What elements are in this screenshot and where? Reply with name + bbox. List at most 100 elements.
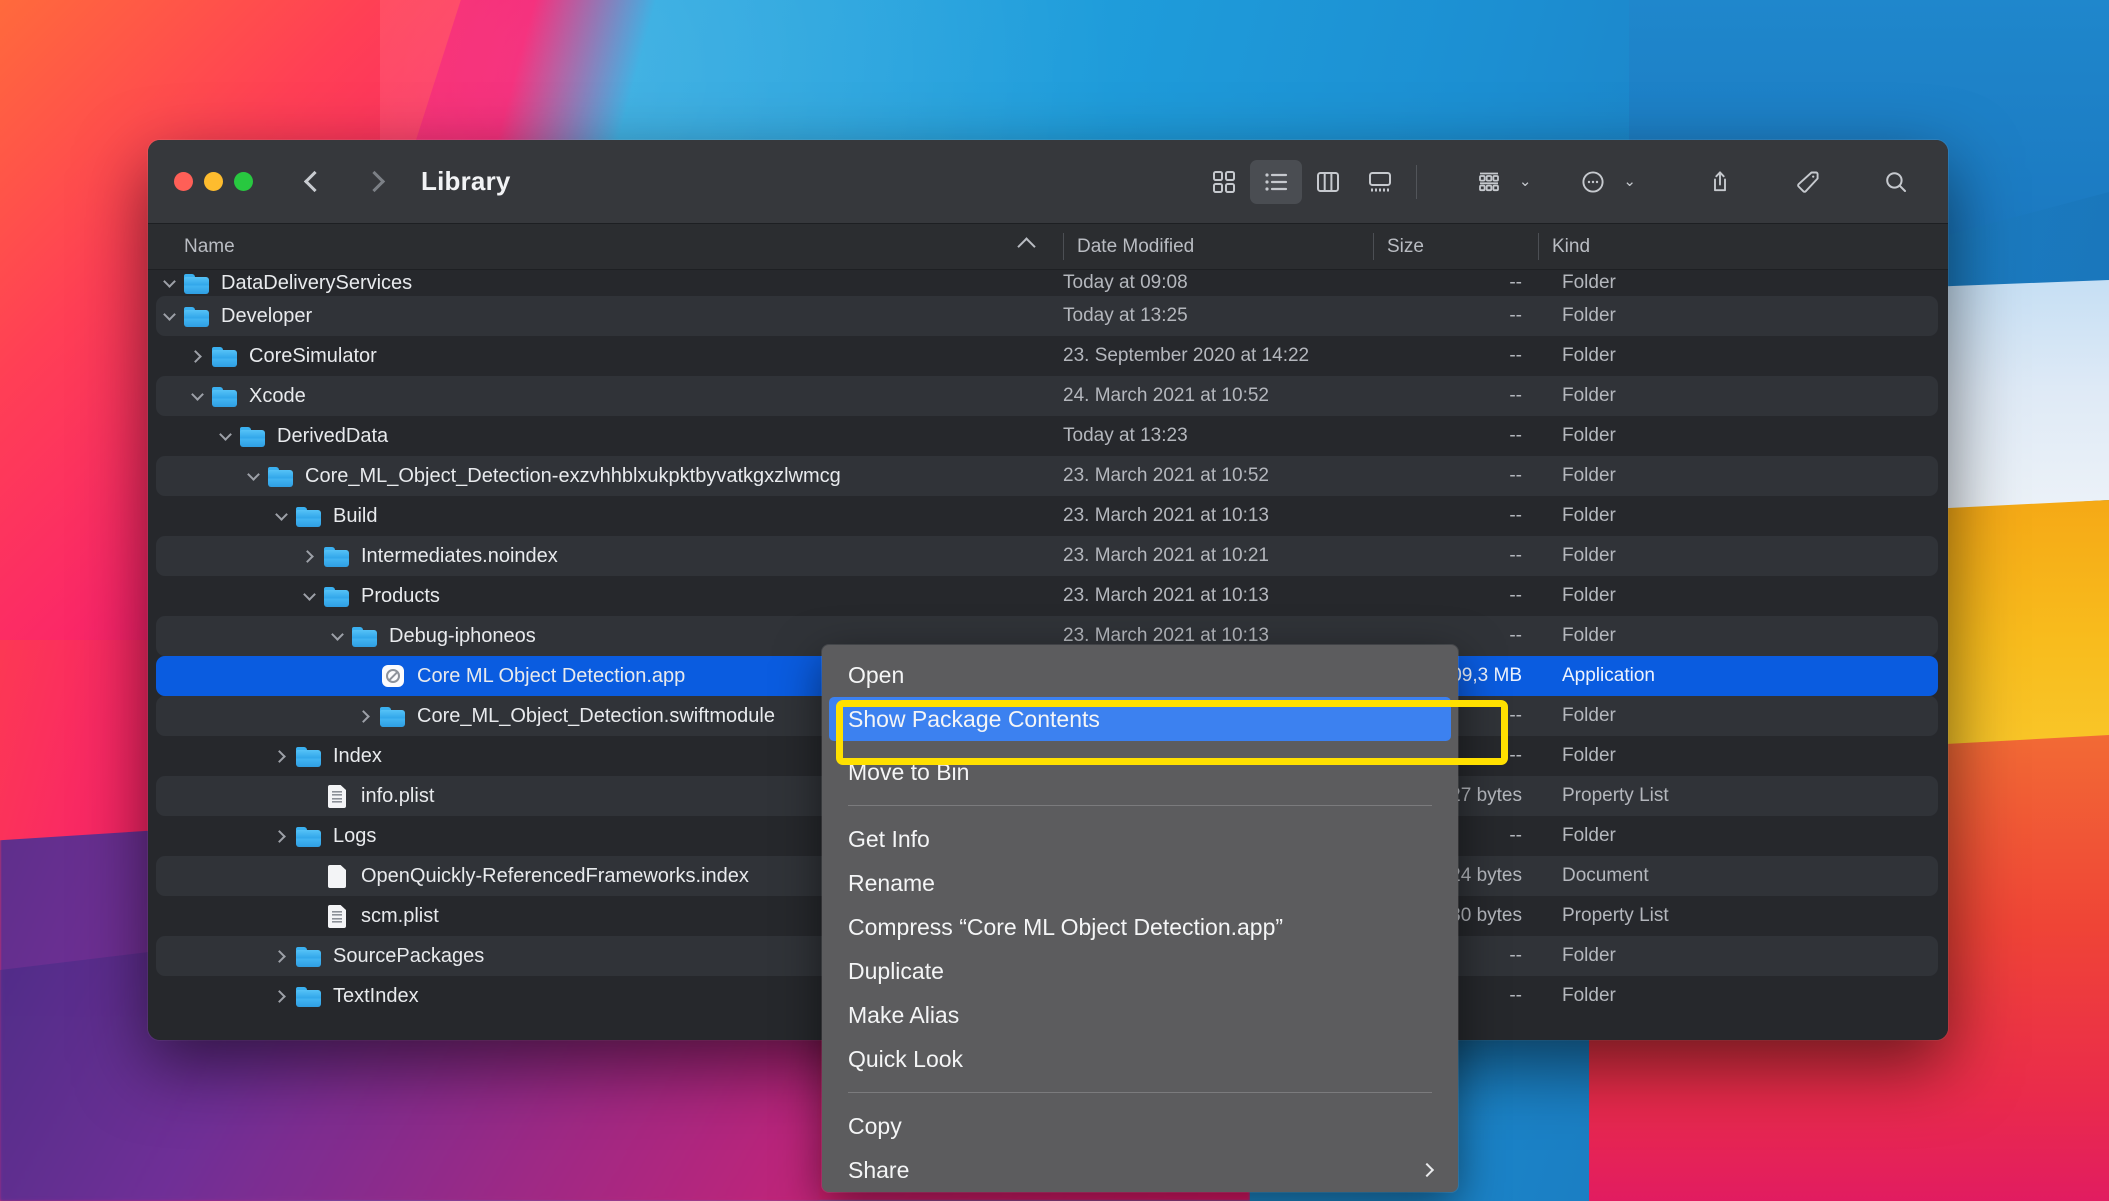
column-headers: Name Date Modified Size Kind <box>148 224 1948 270</box>
file-name-label: Developer <box>221 304 313 327</box>
traffic-lights <box>174 172 253 191</box>
file-name-label: DataDeliveryServices <box>221 271 413 294</box>
context-menu[interactable]: Open Show Package Contents Move to Bin Get … <box>822 645 1458 1192</box>
table-row[interactable]: Xcode 24. March 2021 at 10:52 -- Folder <box>148 376 1948 416</box>
menu-item-share[interactable]: Share <box>822 1148 1458 1192</box>
file-name-label: Logs <box>333 824 377 847</box>
menu-item-open[interactable]: Open <box>822 653 1458 697</box>
tags-button[interactable] <box>1782 160 1834 204</box>
cell-name: DerivedData <box>148 423 1063 449</box>
menu-separator <box>848 805 1432 806</box>
disclosure-open-icon[interactable] <box>186 387 208 401</box>
search-icon[interactable] <box>1870 160 1922 204</box>
list-view-button[interactable] <box>1249 159 1302 204</box>
table-row[interactable]: Build 23. March 2021 at 10:13 -- Folder <box>148 496 1948 536</box>
cell-date-modified: 23. March 2021 at 10:13 <box>1063 505 1269 526</box>
folder-icon <box>212 343 238 369</box>
action-menu-button[interactable]: ⌄ <box>1567 160 1636 204</box>
disclosure-closed-icon[interactable] <box>270 949 292 963</box>
cell-date-modified: 23. March 2021 at 10:21 <box>1063 545 1269 566</box>
folder-icon <box>296 983 322 1009</box>
folder-icon <box>268 463 294 489</box>
disclosure-open-icon[interactable] <box>158 307 180 321</box>
table-row[interactable]: Products 23. March 2021 at 10:13 -- Folder <box>148 576 1948 616</box>
column-header-kind[interactable]: Kind <box>1538 224 1948 269</box>
cell-kind: Folder <box>1562 305 1616 326</box>
menu-item-compress-core-ml-object-detection-app[interactable]: Compress “Core ML Object Detection.app” <box>822 905 1458 949</box>
view-mode-group <box>1198 159 1406 204</box>
plist-icon <box>324 783 350 809</box>
share-button[interactable] <box>1694 160 1746 204</box>
column-view-button[interactable] <box>1302 160 1354 204</box>
menu-item-label: Copy <box>848 1112 902 1139</box>
cell-date-modified: Today at 13:23 <box>1063 425 1188 446</box>
cell-name: Developer <box>148 303 1063 329</box>
zoom-button[interactable] <box>234 172 253 191</box>
file-name-label: Products <box>361 584 440 607</box>
minimize-button[interactable] <box>204 172 223 191</box>
folder-icon <box>212 383 238 409</box>
cell-kind: Property List <box>1562 785 1669 806</box>
doc-icon <box>324 863 350 889</box>
icon-view-button[interactable] <box>1198 160 1250 204</box>
cell-kind: Folder <box>1562 425 1616 446</box>
menu-item-duplicate[interactable]: Duplicate <box>822 949 1458 993</box>
file-name-label: OpenQuickly-ReferencedFrameworks.index <box>361 864 749 887</box>
column-header-date-modified[interactable]: Date Modified <box>1063 224 1373 269</box>
disclosure-closed-icon[interactable] <box>270 989 292 1003</box>
disclosure-closed-icon[interactable] <box>298 549 320 563</box>
menu-item-move-to-bin[interactable]: Move to Bin <box>822 750 1458 794</box>
folder-icon <box>296 943 322 969</box>
disclosure-open-icon[interactable] <box>326 627 348 641</box>
folder-icon <box>352 623 378 649</box>
file-name-label: Build <box>333 504 378 527</box>
cell-size: -- <box>1509 345 1522 366</box>
group-by-button[interactable]: ⌄ <box>1463 160 1531 204</box>
back-button[interactable] <box>297 165 331 199</box>
file-name-label: scm.plist <box>361 904 439 927</box>
cell-kind: Folder <box>1562 745 1616 766</box>
finder-toolbar: Library ⌄ ⌄ <box>148 140 1948 224</box>
column-header-size[interactable]: Size <box>1373 224 1538 269</box>
disclosure-open-icon[interactable] <box>298 587 320 601</box>
menu-item-copy[interactable]: Copy <box>822 1104 1458 1148</box>
disclosure-closed-icon[interactable] <box>354 709 376 723</box>
gallery-view-button[interactable] <box>1354 160 1406 204</box>
cell-name: Intermediates.noindex <box>148 543 1063 569</box>
table-row[interactable]: CoreSimulator 23. September 2020 at 14:22… <box>148 336 1948 376</box>
ellipsis-circle-icon <box>1567 160 1619 204</box>
table-row[interactable]: Intermediates.noindex 23. March 2021 at 1… <box>148 536 1948 576</box>
table-row[interactable]: Core_ML_Object_Detection-exzvhhblxukpktb… <box>148 456 1948 496</box>
menu-item-rename[interactable]: Rename <box>822 861 1458 905</box>
cell-size: -- <box>1509 585 1522 606</box>
submenu-arrow-icon <box>1419 1162 1435 1178</box>
menu-item-label: Make Alias <box>848 1001 960 1028</box>
column-header-name[interactable]: Name <box>148 224 1063 269</box>
disclosure-open-icon[interactable] <box>270 507 292 521</box>
column-header-name-label: Name <box>184 235 235 257</box>
menu-item-quick-look[interactable]: Quick Look <box>822 1037 1458 1081</box>
cell-kind: Folder <box>1562 585 1616 606</box>
disclosure-open-icon[interactable] <box>158 274 180 288</box>
disclosure-open-icon[interactable] <box>214 427 236 441</box>
close-button[interactable] <box>174 172 193 191</box>
forward-button[interactable] <box>357 165 391 199</box>
disclosure-closed-icon[interactable] <box>270 749 292 763</box>
menu-item-get-info[interactable]: Get Info <box>822 817 1458 861</box>
table-row[interactable]: Developer Today at 13:25 -- Folder <box>148 296 1948 336</box>
menu-item-show-package-contents[interactable]: Show Package Contents <box>829 697 1451 741</box>
cell-size: -- <box>1509 305 1522 326</box>
folder-icon <box>296 743 322 769</box>
table-row[interactable]: DerivedData Today at 13:23 -- Folder <box>148 416 1948 456</box>
cell-date-modified: 23. March 2021 at 10:52 <box>1063 465 1269 486</box>
menu-item-make-alias[interactable]: Make Alias <box>822 993 1458 1037</box>
cell-date-modified: 24. March 2021 at 10:52 <box>1063 385 1269 406</box>
disclosure-closed-icon[interactable] <box>186 349 208 363</box>
cell-name: CoreSimulator <box>148 343 1063 369</box>
menu-separator <box>848 1092 1432 1093</box>
table-row[interactable]: DataDeliveryServices Today at 09:08 -- Fold… <box>148 270 1948 296</box>
file-name-label: Intermediates.noindex <box>361 544 558 567</box>
disclosure-closed-icon[interactable] <box>270 829 292 843</box>
file-name-label: DerivedData <box>277 424 389 447</box>
disclosure-open-icon[interactable] <box>242 467 264 481</box>
